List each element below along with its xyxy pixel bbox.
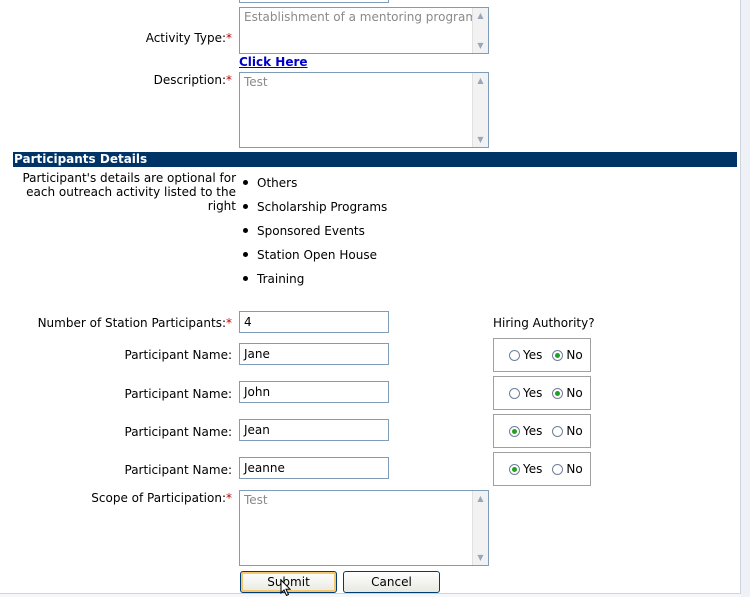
description-value: Test [244,75,268,89]
hiring-authority-radio-group: Yes No [493,452,591,486]
activity-item-text: Scholarship Programs [257,200,388,214]
mouse-cursor-icon [280,578,292,597]
activity-list: Others Scholarship Programs Sponsored Ev… [243,176,387,296]
participant-name-input[interactable]: Jane [239,343,389,365]
bullet-icon [243,276,248,281]
hiring-authority-radio-group: Yes No [493,338,591,372]
scroll-down-icon[interactable]: ▼ [473,550,488,565]
radio-yes-label: Yes [523,348,543,362]
list-item: Others [243,176,387,200]
station-participants-input[interactable]: 4 [239,311,389,333]
participant-name-label: Participant Name: [124,463,233,477]
activity-type-label: Activity Type:* [0,31,232,45]
hiring-authority-label: Hiring Authority? [493,316,595,330]
previous-field-edge [239,0,389,3]
radio-no-label: No [566,462,583,476]
scroll-up-icon[interactable]: ▲ [473,73,488,88]
participants-note: Participant's details are optional for e… [22,171,236,213]
participants-section-header: Participants Details [13,152,737,167]
activity-item-text: Others [257,176,298,190]
hiring-yes-option[interactable]: Yes [509,348,542,362]
scope-label: Scope of Participation:* [0,491,232,505]
activity-type-scrollbar[interactable]: ▲ ▼ [472,8,488,53]
activity-item-text: Sponsored Events [257,224,365,238]
list-item: Sponsored Events [243,224,387,248]
scope-scrollbar[interactable]: ▲ ▼ [472,491,488,565]
radio-yes-label: Yes [523,462,543,476]
radio-yes[interactable] [509,425,520,437]
scroll-down-icon[interactable]: ▼ [473,132,488,147]
cancel-button[interactable]: Cancel [343,571,440,593]
description-textarea[interactable]: Test ▲ ▼ [239,72,489,148]
station-participants-label: Number of Station Participants:* [0,316,232,330]
scroll-down-icon[interactable]: ▼ [473,38,488,53]
list-item: Station Open House [243,248,387,272]
station-participants-label-text: Number of Station Participants: [37,316,226,330]
radio-no[interactable] [552,463,564,475]
radio-yes[interactable] [509,463,520,475]
description-scrollbar[interactable]: ▲ ▼ [472,73,488,147]
description-label-text: Description: [153,73,226,87]
participant-name-input[interactable]: Jeanne [239,457,389,479]
hiring-authority-radio-group: Yes No [493,376,591,410]
click-here-link[interactable]: Click Here [239,55,308,69]
required-mark: * [226,31,232,45]
scroll-up-icon[interactable]: ▲ [473,491,488,506]
scope-label-text: Scope of Participation: [91,491,226,505]
activity-item-text: Station Open House [257,248,377,262]
activity-type-textarea[interactable]: Establishment of a mentoring program ▲ ▼ [239,7,489,54]
list-item: Training [243,272,387,296]
hiring-yes-option[interactable]: Yes [509,424,542,438]
scope-value: Test [244,493,268,507]
list-item: Scholarship Programs [243,200,387,224]
activity-type-label-text: Activity Type: [145,31,226,45]
radio-no[interactable] [552,387,564,399]
hiring-authority-radio-group: Yes No [493,414,591,448]
required-mark: * [226,316,232,330]
hiring-yes-option[interactable]: Yes [509,386,542,400]
hiring-yes-option[interactable]: Yes [509,462,542,476]
bullet-icon [243,252,248,257]
radio-no-label: No [566,424,583,438]
radio-yes-label: Yes [523,424,543,438]
window-edge [741,0,750,597]
hiring-no-option[interactable]: No [552,424,583,438]
participant-name-label: Participant Name: [124,387,233,401]
radio-yes[interactable] [509,349,520,361]
participant-name-input[interactable]: Jean [239,419,389,441]
participant-name-input[interactable]: John [239,381,389,403]
bullet-icon [243,228,248,233]
participant-name-label: Participant Name: [124,425,233,439]
bullet-icon [243,180,248,185]
radio-no[interactable] [552,425,564,437]
description-label: Description:* [0,73,232,87]
radio-no-label: No [566,386,583,400]
activity-type-value: Establishment of a mentoring program [244,10,478,24]
hiring-no-option[interactable]: No [552,462,583,476]
required-mark: * [226,491,232,505]
radio-no-label: No [566,348,583,362]
required-mark: * [226,73,232,87]
radio-no[interactable] [552,349,564,361]
hiring-no-option[interactable]: No [552,348,583,362]
scroll-up-icon[interactable]: ▲ [473,8,488,23]
hiring-no-option[interactable]: No [552,386,583,400]
activity-item-text: Training [257,272,305,286]
bullet-icon [243,204,248,209]
scope-textarea[interactable]: Test ▲ ▼ [239,490,489,566]
participant-name-label: Participant Name: [124,348,233,362]
radio-yes[interactable] [509,387,520,399]
form-page: Activity Type:* Establishment of a mento… [0,0,741,597]
radio-yes-label: Yes [523,386,543,400]
